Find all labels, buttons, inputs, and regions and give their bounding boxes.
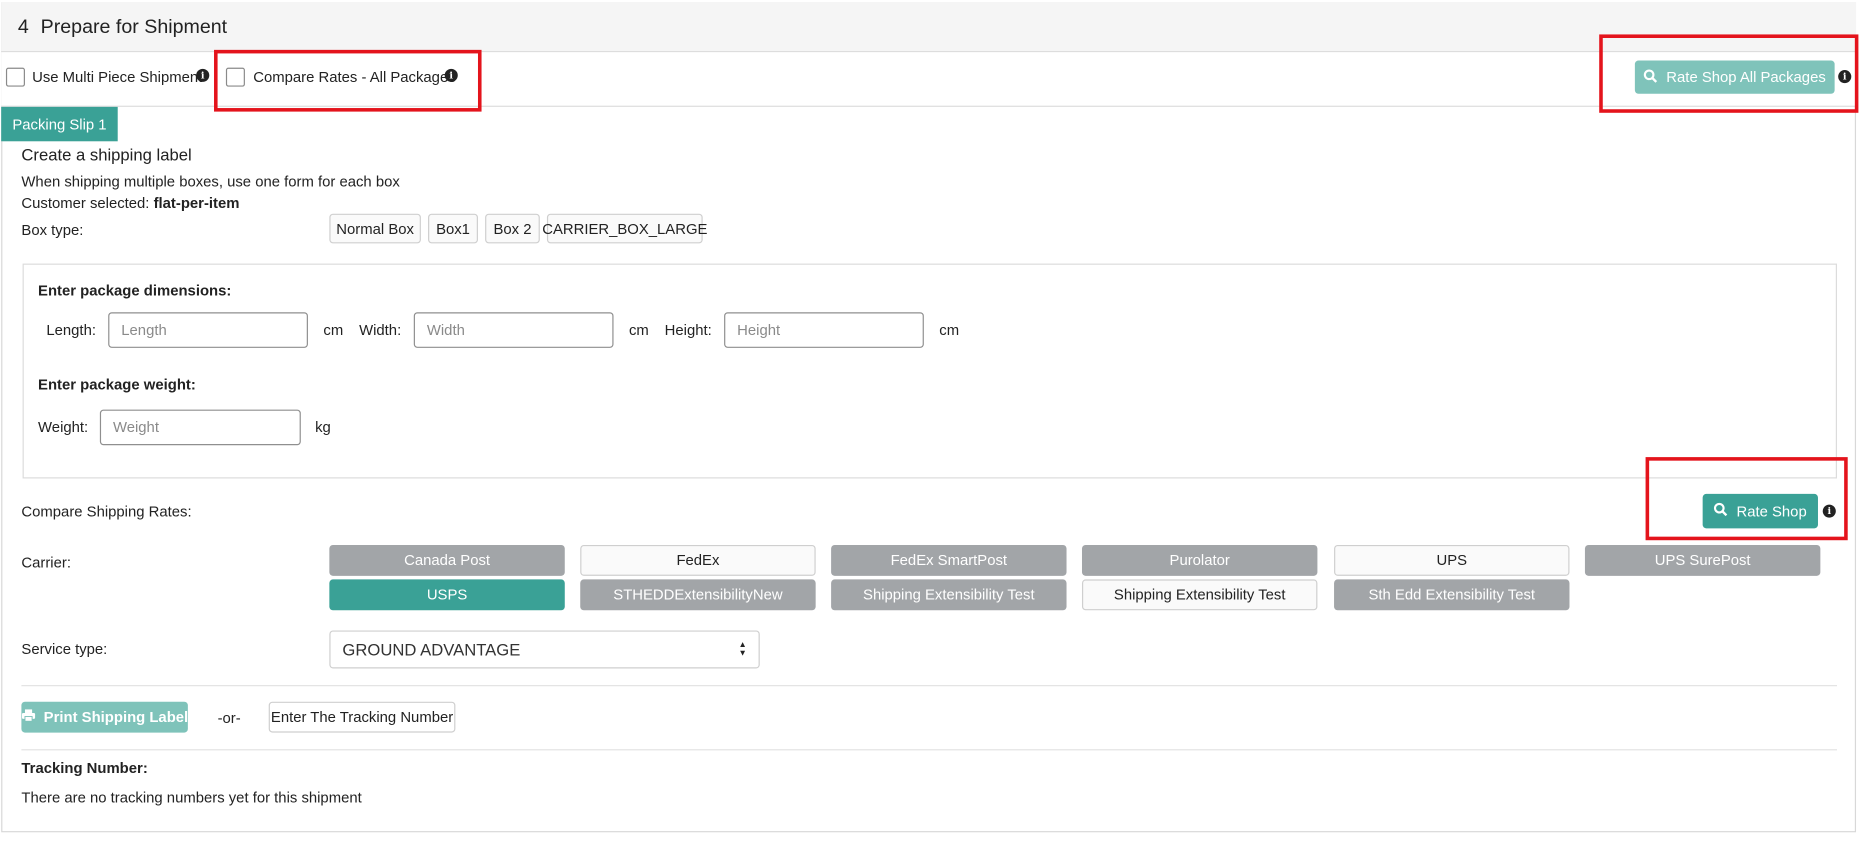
dimensions-heading: Enter package dimensions: xyxy=(38,282,232,300)
package-dimensions-box xyxy=(22,263,1838,479)
highlight-box xyxy=(1645,457,1848,541)
multi-piece-label: Use Multi Piece Shipment xyxy=(32,68,203,86)
width-unit: cm xyxy=(628,321,649,339)
service-type-select[interactable]: GROUND ADVANTAGE ▲ ▼ xyxy=(329,630,760,669)
carrier-fedex-smartpost[interactable]: FedEx SmartPost xyxy=(831,544,1067,576)
carrier-fedex[interactable]: FedEx xyxy=(580,544,816,576)
or-separator: -or- xyxy=(217,710,241,727)
multi-piece-checkbox[interactable] xyxy=(5,67,25,87)
info-icon[interactable]: i xyxy=(196,68,210,82)
customer-selected-prefix: Customer selected: xyxy=(21,194,150,212)
tracking-number-heading: Tracking Number: xyxy=(21,759,148,777)
carrier-usps[interactable]: USPS xyxy=(329,579,565,611)
carrier-canada-post[interactable]: Canada Post xyxy=(329,544,565,576)
service-type-label: Service type: xyxy=(21,641,108,658)
section-header: 4 Prepare for Shipment xyxy=(1,2,1857,53)
carrier-sth-edd-extensibility-test[interactable]: Sth Edd Extensibility Test xyxy=(1334,579,1570,611)
step-number: 4 xyxy=(17,16,29,38)
print-shipping-label-text: Print Shipping Label xyxy=(43,708,189,726)
length-label: Length: xyxy=(46,321,96,339)
compare-shipping-rates-label: Compare Shipping Rates: xyxy=(21,503,192,521)
weight-input[interactable]: Weight xyxy=(99,409,301,446)
customer-selected-value: flat-per-item xyxy=(153,194,240,212)
carrier-purolator[interactable]: Purolator xyxy=(1081,544,1318,576)
highlight-box xyxy=(214,49,482,112)
carrier-shipping-extensibility-test[interactable]: Shipping Extensibility Test xyxy=(831,579,1067,611)
multiple-boxes-hint: When shipping multiple boxes, use one fo… xyxy=(21,173,400,190)
box-type-box1[interactable]: Box1 xyxy=(428,213,478,244)
weight-unit: kg xyxy=(315,419,331,436)
length-input[interactable]: Length xyxy=(108,312,308,348)
height-unit: cm xyxy=(939,321,960,339)
print-shipping-label-button[interactable]: Print Shipping Label xyxy=(21,701,189,733)
no-tracking-message: There are no tracking numbers yet for th… xyxy=(21,789,362,807)
divider xyxy=(21,685,1838,687)
height-input[interactable]: Height xyxy=(724,312,924,348)
box-type-carrier-box-large[interactable]: CARRIER_BOX_LARGE xyxy=(542,213,707,244)
divider xyxy=(21,749,1838,751)
page-title: 4 Prepare for Shipment xyxy=(18,17,227,40)
carrier-stheddextensibilitynew[interactable]: STHEDDExtensibilityNew xyxy=(580,579,816,611)
carrier-ups[interactable]: UPS xyxy=(1334,544,1570,576)
box-type-box-2[interactable]: Box 2 xyxy=(485,213,540,244)
enter-tracking-number-button[interactable]: Enter The Tracking Number xyxy=(268,701,456,733)
highlight-box xyxy=(1599,34,1859,113)
service-type-value: GROUND ADVANTAGE xyxy=(342,639,521,659)
box-type-normal-box[interactable]: Normal Box xyxy=(329,213,421,244)
step-title: Prepare for Shipment xyxy=(40,16,228,38)
length-unit: cm xyxy=(323,321,344,339)
box-type-label: Box type: xyxy=(21,222,84,239)
height-label: Height: xyxy=(664,321,712,339)
printer-icon xyxy=(21,709,35,726)
carrier-label: Carrier: xyxy=(21,554,71,572)
width-input[interactable]: Width xyxy=(413,312,614,348)
width-label: Width: xyxy=(359,321,402,339)
weight-heading: Enter package weight: xyxy=(38,376,196,393)
shipment-panel: 4 Prepare for Shipment Use Multi Piece Sh… xyxy=(0,0,1862,843)
carrier-shipping-extensibility-test-2[interactable]: Shipping Extensibility Test xyxy=(1081,579,1318,611)
weight-label: Weight: xyxy=(38,419,89,436)
select-arrows-icon: ▲ ▼ xyxy=(738,641,747,658)
tab-packing-slip-1[interactable]: Packing Slip 1 xyxy=(1,106,118,142)
shipping-label-heading: Create a shipping label xyxy=(21,144,192,164)
carrier-ups-surepost[interactable]: UPS SurePost xyxy=(1584,544,1821,576)
customer-selected: Customer selected: flat-per-item xyxy=(21,195,239,212)
